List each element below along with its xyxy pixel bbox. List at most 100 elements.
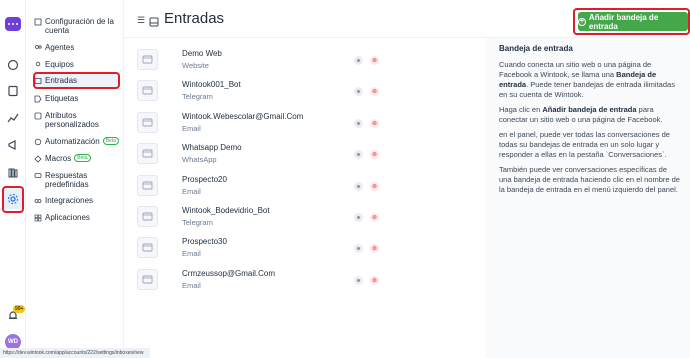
- menu-toggle-icon[interactable]: ☰: [137, 15, 145, 26]
- inbox-type: Telegram: [182, 218, 213, 227]
- inbox-delete-icon[interactable]: ⊗: [370, 150, 379, 159]
- inbox-row[interactable]: Wintook001_Bot Telegram ⊗: [137, 76, 392, 106]
- inbox-delete-icon[interactable]: ⊗: [370, 182, 379, 191]
- inbox-type: Email: [182, 124, 201, 133]
- inbox-type: Email: [182, 249, 201, 258]
- sidebar-item-label: Agentes: [45, 43, 75, 52]
- inbox-row[interactable]: Prospecto20 Email ⊗: [137, 171, 392, 201]
- applications-icon: [34, 214, 42, 222]
- inbox-row[interactable]: Wintook_Bodevidrio_Bot Telegram ⊗: [137, 202, 392, 232]
- inbox-avatar-icon: [137, 143, 158, 164]
- sidebar-item-label: Integraciones: [45, 196, 94, 205]
- inbox-type: WhatsApp: [182, 155, 217, 164]
- inbox-type: Telegram: [182, 92, 213, 101]
- sidebar-item-automation[interactable]: Automatización Beta: [34, 137, 120, 146]
- sidebar-item-label: Etiquetas: [45, 94, 79, 103]
- inbox-settings-icon[interactable]: [354, 56, 363, 65]
- library-icon[interactable]: [6, 166, 20, 180]
- inbox-settings-icon[interactable]: [354, 87, 363, 96]
- settings-sidebar: Configuración de la cuenta Agentes Equip…: [26, 0, 124, 358]
- inbox-avatar-icon: [137, 80, 158, 101]
- campaigns-icon[interactable]: [6, 138, 20, 152]
- inbox-delete-icon[interactable]: ⊗: [370, 213, 379, 222]
- sidebar-item-labels[interactable]: Etiquetas: [34, 94, 120, 103]
- sidebar-item-applications[interactable]: Aplicaciones: [34, 213, 120, 222]
- inbox-delete-icon[interactable]: ⊗: [370, 56, 379, 65]
- sidebar-item-teams[interactable]: Equipos: [34, 60, 120, 69]
- inbox-avatar-icon: [137, 175, 158, 196]
- sidebar-item-integrations[interactable]: Integraciones: [34, 196, 120, 205]
- highlight-add-inbox: [573, 8, 690, 35]
- inbox-type: Email: [182, 281, 201, 290]
- inbox-delete-icon[interactable]: ⊗: [370, 276, 379, 285]
- macros-icon: [34, 155, 42, 163]
- app-logo[interactable]: [5, 17, 21, 31]
- inbox-type: Email: [182, 187, 201, 196]
- inbox-delete-icon[interactable]: ⊗: [370, 244, 379, 253]
- inbox-avatar-icon: [137, 269, 158, 290]
- info-paragraph: en el panel, puede ver todas las convers…: [499, 130, 670, 159]
- inbox-delete-icon[interactable]: ⊗: [370, 119, 379, 128]
- beta-badge: Beta: [102, 137, 119, 145]
- sidebar-item-custom-attributes[interactable]: Atributos personalizados: [34, 111, 120, 129]
- sidebar-item-label: Atributos personalizados: [45, 111, 99, 129]
- inbox-name[interactable]: Wintook.Webescolar@Gmail.Com: [182, 112, 303, 121]
- inbox-avatar-icon: [137, 237, 158, 258]
- notification-badge: 99+: [13, 305, 26, 313]
- inbox-settings-icon[interactable]: [354, 213, 363, 222]
- sidebar-item-agents[interactable]: Agentes: [34, 43, 120, 52]
- sidebar-item-label: Macros: [45, 154, 72, 163]
- sidebar-item-label: Aplicaciones: [45, 213, 90, 222]
- info-paragraph: Cuando conecta un sitio web o una página…: [499, 60, 675, 99]
- sidebar-item-canned-responses[interactable]: Respuestas predefinidas: [34, 171, 120, 189]
- inbox-row[interactable]: Wintook.Webescolar@Gmail.Com Email ⊗: [137, 108, 392, 138]
- inbox-name[interactable]: Demo Web: [182, 49, 222, 58]
- inbox-delete-icon[interactable]: ⊗: [370, 87, 379, 96]
- inbox-name[interactable]: Wintook001_Bot: [182, 80, 241, 89]
- sidebar-item-label: Configuración de la cuenta: [45, 17, 114, 35]
- inbox-avatar-icon: [137, 49, 158, 70]
- inbox-settings-icon[interactable]: [354, 150, 363, 159]
- inbox-row[interactable]: Demo Web Website ⊗: [137, 45, 392, 75]
- settings-icon: [34, 18, 42, 26]
- inbox-avatar-icon: [137, 112, 158, 133]
- inbox-row[interactable]: Crmzeussop@Gmail.Com Email ⊗: [137, 265, 392, 295]
- inbox-settings-icon[interactable]: [354, 119, 363, 128]
- status-bar-url: https://dev.wintook.com/app/accounts/222…: [0, 348, 150, 358]
- reports-icon[interactable]: [6, 111, 20, 125]
- sidebar-item-label: Respuestas predefinidas: [45, 171, 89, 189]
- highlight-settings: [2, 186, 24, 213]
- tag-icon: [34, 95, 42, 103]
- inbox-name[interactable]: Prospecto30: [182, 237, 227, 246]
- icon-rail: 99+ WD: [0, 0, 26, 358]
- inbox-name[interactable]: Whatsapp Demo: [182, 143, 242, 152]
- inbox-row[interactable]: Prospecto30 Email ⊗: [137, 233, 392, 263]
- inbox-row[interactable]: Whatsapp Demo WhatsApp ⊗: [137, 139, 392, 169]
- inbox-settings-icon[interactable]: [354, 244, 363, 253]
- sidebar-item-label: Equipos: [45, 60, 74, 69]
- highlight-inboxes: [33, 72, 120, 89]
- agents-icon: [34, 44, 42, 52]
- page-header: ☰ Entradas + Añadir bandeja de entrada: [124, 0, 690, 38]
- conversations-icon[interactable]: [6, 58, 20, 72]
- inbox-name[interactable]: Crmzeussop@Gmail.Com: [182, 269, 275, 278]
- sidebar-item-label: Automatización: [45, 137, 100, 146]
- inbox-settings-icon[interactable]: [354, 182, 363, 191]
- inbox-type: Website: [182, 61, 209, 70]
- integrations-icon: [34, 197, 42, 205]
- inbox-name[interactable]: Wintook_Bodevidrio_Bot: [182, 206, 270, 215]
- inbox-icon: [149, 14, 159, 27]
- info-panel: Bandeja de entrada Cuando conecta un sit…: [486, 38, 690, 358]
- info-paragraph: También puede ver conversaciones específ…: [499, 165, 680, 194]
- inbox-name[interactable]: Prospecto20: [182, 175, 227, 184]
- sidebar-item-macros[interactable]: Macros Beta: [34, 154, 120, 163]
- automation-icon: [34, 138, 42, 146]
- info-title: Bandeja de entrada: [499, 44, 573, 53]
- inbox-settings-icon[interactable]: [354, 276, 363, 285]
- info-paragraph: Haga clic en Añadir bandeja de entrada p…: [499, 105, 663, 124]
- custom-attributes-icon: [34, 112, 42, 120]
- sidebar-item-account-settings[interactable]: Configuración de la cuenta: [34, 17, 120, 35]
- contacts-icon[interactable]: [6, 84, 20, 98]
- canned-responses-icon: [34, 172, 42, 180]
- page-title: Entradas: [164, 10, 225, 27]
